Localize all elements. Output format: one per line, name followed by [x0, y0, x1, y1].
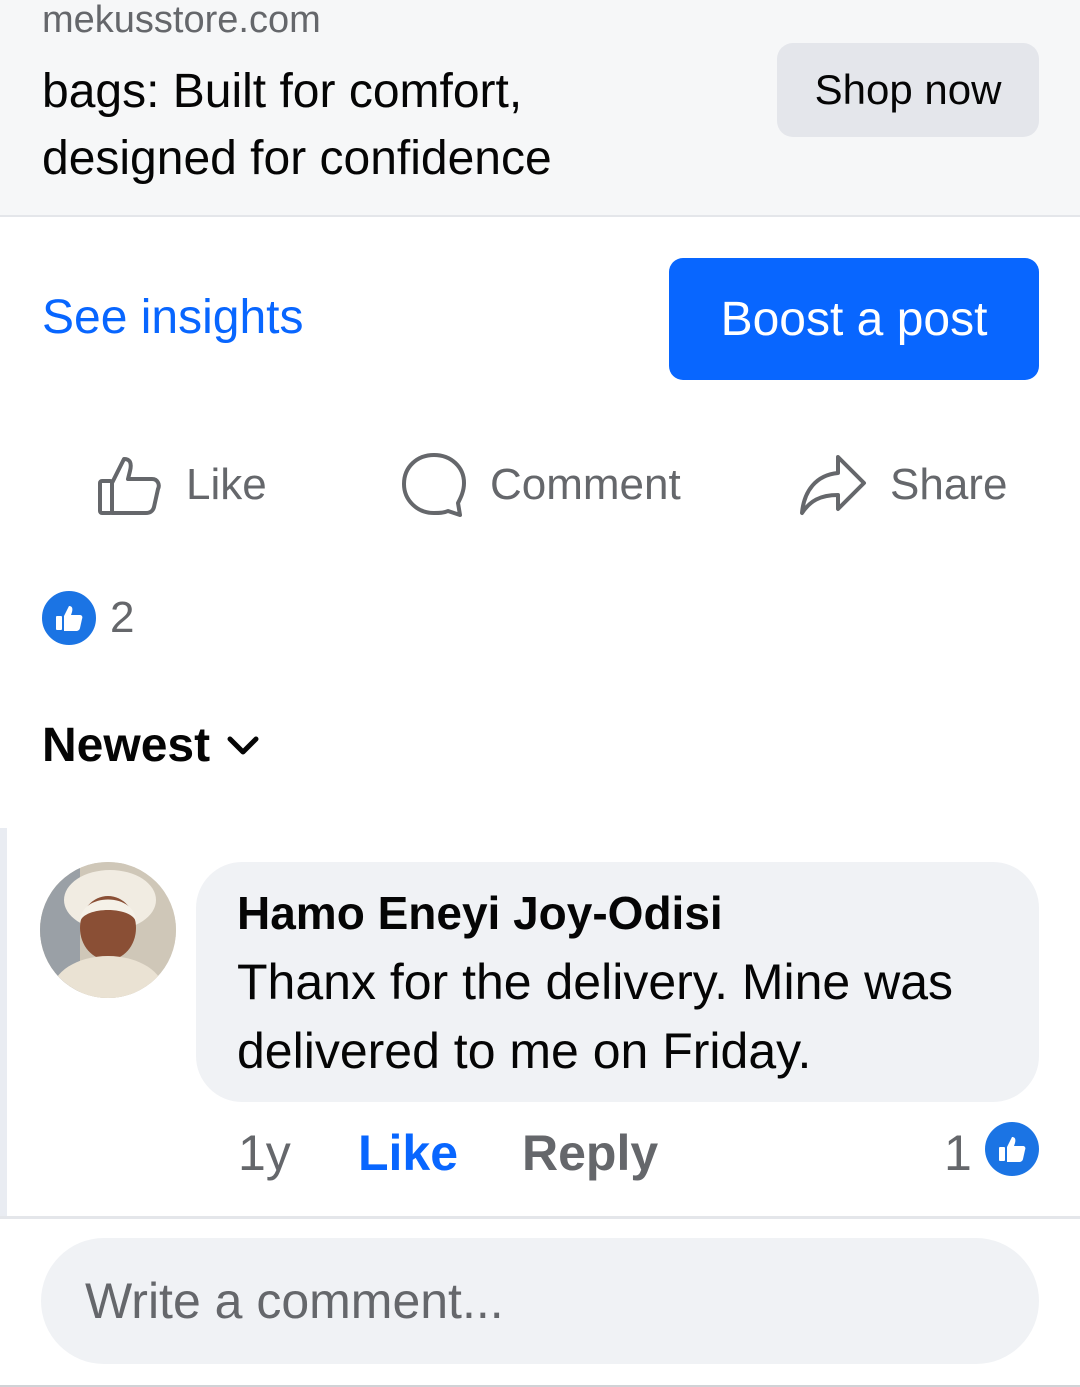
comment-reaction-count[interactable]: 1 [944, 1122, 972, 1184]
comment-like-button[interactable]: Like [358, 1122, 458, 1184]
thumbs-up-icon [40, 589, 98, 647]
comment-bubble-icon [402, 453, 466, 517]
comment-input[interactable] [83, 1271, 987, 1331]
comment-reply-button[interactable]: Reply [522, 1122, 658, 1184]
comment-thumbs-up-icon[interactable] [985, 1122, 1039, 1176]
share-arrow-icon [800, 455, 866, 515]
reaction-count: 2 [110, 593, 135, 642]
divider [0, 1216, 1080, 1219]
share-action-label: Share [890, 460, 1008, 509]
comment-action-button[interactable]: Comment [400, 440, 681, 530]
sort-label: Newest [42, 719, 211, 772]
avatar[interactable] [40, 862, 176, 998]
boost-post-button[interactable]: Boost a post [669, 258, 1039, 380]
comment-timestamp[interactable]: 1y [238, 1122, 291, 1184]
see-insights-link[interactable]: See insights [42, 288, 304, 348]
like-action-button[interactable]: Like [96, 440, 267, 530]
comment-text: Thanx for the delivery. Mine was deliver… [237, 954, 954, 1079]
comment-composer[interactable] [41, 1238, 1039, 1364]
reaction-summary[interactable]: 2 [40, 589, 135, 647]
thread-indicator [0, 828, 7, 1218]
comment-sort-dropdown[interactable]: Newest [42, 718, 260, 773]
thumbs-up-outline-icon [98, 457, 161, 515]
chevron-down-icon [227, 736, 259, 754]
comment-author[interactable]: Hamo Eneyi Joy-Odisi [237, 884, 723, 942]
link-headline: bags: Built for comfort, designed for co… [42, 65, 552, 185]
shop-now-button[interactable]: Shop now [777, 43, 1039, 137]
share-action-button[interactable]: Share [798, 440, 1007, 530]
comment-action-label: Comment [490, 460, 681, 509]
like-action-label: Like [186, 460, 267, 509]
link-domain: mekusstore.com [42, 0, 321, 41]
